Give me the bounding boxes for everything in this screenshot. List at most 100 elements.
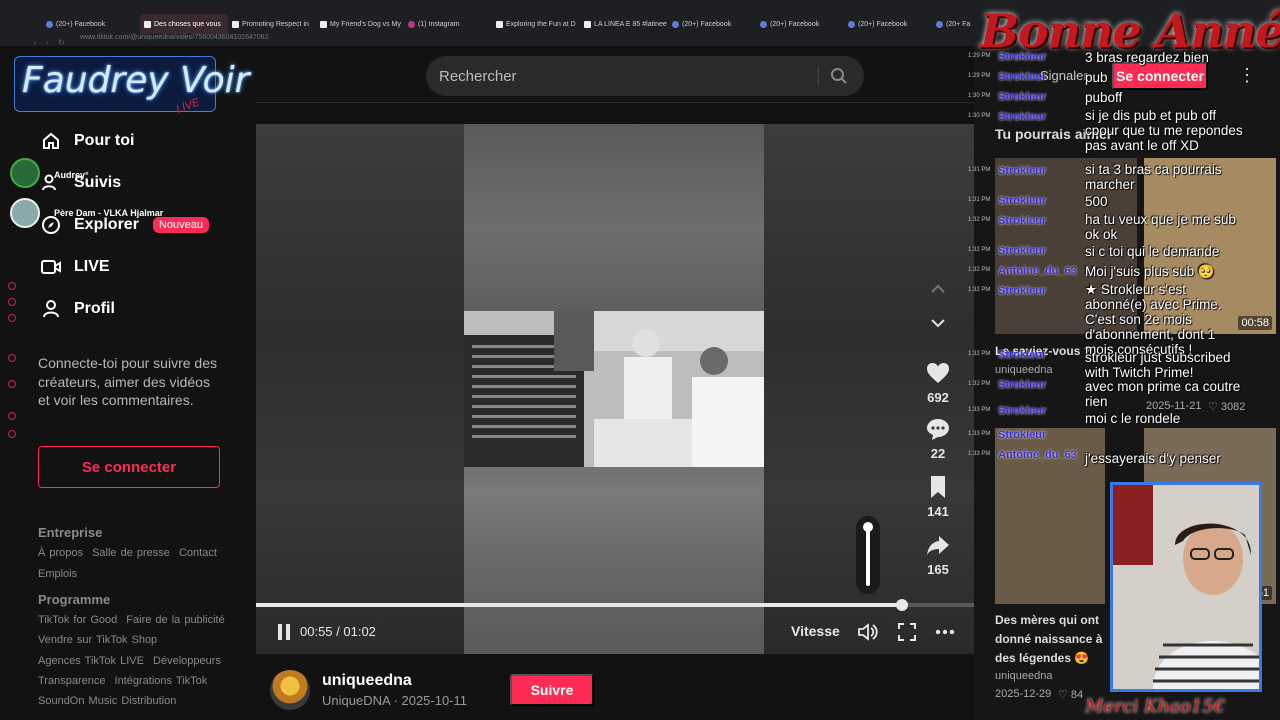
suggestion-author[interactable]: uniqueedna (995, 670, 1053, 682)
search-input[interactable] (439, 64, 809, 88)
address-bar[interactable]: www.tiktok.com/@uniqueedna/video/7560043… (80, 34, 440, 46)
creator-subtitle: UniqueDNA · 2025-10-11 (322, 693, 468, 708)
browser-tab[interactable]: (20+) Facebook (756, 14, 844, 34)
chat-message: avec mon prime ca coutre rien (1085, 379, 1241, 409)
share-button[interactable]: 165 (916, 532, 960, 577)
video-player[interactable]: 00:55 / 01:02 Vitesse 692 22 141 165 (256, 124, 974, 654)
chat-username: Strokleur (998, 245, 1047, 257)
extension-icon[interactable] (8, 412, 16, 420)
footer-link[interactable]: Faire de la publicité (126, 614, 224, 626)
save-button[interactable]: 141 (916, 474, 960, 519)
chat-message: strokleur just subscribed with Twitch Pr… (1085, 350, 1231, 380)
chat-message: si je dis pub et pub off cpour que tu me… (1085, 108, 1243, 153)
sidebar-login-button[interactable]: Se connecter (38, 446, 220, 488)
bookmark-icon (931, 476, 945, 498)
footer-link[interactable]: Salle de presse (92, 547, 170, 559)
extension-icon[interactable] (8, 380, 16, 388)
speed-button[interactable]: Vitesse (791, 623, 840, 639)
footer-link[interactable]: Agences TikTok LIVE (38, 655, 144, 667)
chat-timestamp: 1:30 PM (968, 93, 991, 99)
footer-link[interactable]: TikTok for Good (38, 614, 117, 626)
chat-timestamp: 1:33 PM (968, 431, 991, 437)
chat-message: j'essayerais d'y penser (1085, 451, 1221, 466)
extension-icon[interactable] (8, 430, 16, 438)
browser-tab[interactable]: (20+) Facebook (42, 14, 130, 34)
volume-slider[interactable] (856, 516, 880, 594)
browser-tab-label: Des choses que vous (154, 20, 221, 28)
chat-timestamp: 1:32 PM (968, 381, 991, 387)
chat-message: si c toi qui le demande (1085, 244, 1220, 259)
footer-links-company[interactable]: À propos Salle de presse Contact (38, 547, 222, 559)
browser-tab-label: (20+) Facebook (56, 20, 106, 28)
extension-icon[interactable] (8, 282, 16, 290)
thanks-overlay: Merci Khao15€ (1085, 696, 1226, 717)
tiktok-icon (232, 20, 239, 28)
browser-tab[interactable]: Exploring the Fun at D (492, 14, 580, 34)
browser-tab-label: Promoting Respect in (242, 20, 309, 28)
extension-icon[interactable] (8, 314, 16, 322)
footer-link[interactable]: Développeurs (153, 655, 221, 667)
browser-tab[interactable]: Des choses que vous (140, 14, 228, 34)
chat-username: Antoine_du_63 (998, 265, 1077, 277)
footer-links-programme[interactable]: TikTok for Good Faire de la publicité (38, 614, 230, 626)
chat-username: Antoine_du_63 (998, 449, 1077, 461)
extension-icon[interactable] (8, 298, 16, 306)
chat-username: Strokleur (998, 379, 1047, 391)
suggestion-like-count: 84 (1070, 689, 1084, 701)
chat-message: 500 (1085, 194, 1108, 209)
volume-knob[interactable] (863, 522, 873, 532)
suggestion-title[interactable]: Des mères qui ont donné naissance à des … (995, 611, 1107, 668)
chat-line: 1:33 PM Strokleur (968, 428, 1268, 444)
search-bar[interactable] (426, 56, 864, 96)
search-icon[interactable] (826, 64, 852, 88)
footer-link[interactable]: Vendre sur TikTok Shop (38, 634, 157, 646)
follow-button[interactable]: Suivre (510, 674, 594, 706)
stream-logo: Faudrey Voir (22, 60, 250, 101)
volume-level (866, 526, 870, 586)
pause-icon[interactable] (274, 622, 294, 642)
profile-icon (40, 298, 62, 320)
chat-timestamp: 1:29 PM (968, 73, 991, 79)
creator-avatar[interactable] (270, 670, 310, 710)
footer-heading-company: Entreprise (38, 525, 103, 540)
volume-icon[interactable] (857, 621, 879, 643)
comment-button[interactable]: 22 (916, 416, 960, 461)
chat-username: Strokleur (998, 215, 1047, 227)
browser-tab[interactable]: (20+) Facebook (844, 14, 932, 34)
browser-tab[interactable]: (20+) Facebook (668, 14, 756, 34)
browser-tab[interactable]: (1) Instagram (404, 14, 492, 34)
footer-link[interactable]: Contact (179, 547, 217, 559)
fullscreen-icon[interactable] (896, 621, 918, 643)
footer-link[interactable]: Intégrations TikTok (115, 675, 208, 687)
nav-item-profile[interactable]: Profil (40, 298, 115, 320)
nav-item-live[interactable]: LIVE (40, 256, 110, 278)
nav-item-for-you[interactable]: Pour toi (40, 130, 134, 152)
chat-timestamp: 1:31 PM (968, 197, 991, 203)
previous-video-button[interactable] (916, 276, 960, 302)
facebook-icon (936, 20, 943, 28)
chevron-down-icon (931, 319, 945, 328)
footer-links-programme-4[interactable]: Transparence Intégrations TikTok (38, 675, 212, 687)
footer-heading-programme: Programme (38, 592, 111, 607)
nav-label: Explorer (74, 216, 139, 233)
footer-link[interactable]: Transparence (38, 675, 105, 687)
next-video-button[interactable] (916, 310, 960, 336)
like-button[interactable]: 692 (916, 360, 960, 405)
more-options-icon[interactable] (934, 621, 956, 643)
browser-tab[interactable]: My Friend's Dog vs My (316, 14, 404, 34)
nav-label: Profil (74, 300, 115, 317)
chat-username: Strokleur (998, 91, 1047, 103)
footer-link[interactable]: À propos (38, 547, 83, 559)
browser-tab[interactable]: Promoting Respect in (228, 14, 316, 34)
footer-link[interactable]: Emplois (38, 568, 77, 580)
browser-tab-label: My Friend's Dog vs My (330, 20, 401, 28)
footer-link[interactable]: SoundOn Music Distribution (38, 695, 176, 707)
save-count: 141 (927, 504, 949, 519)
creator-handle[interactable]: uniqueedna (322, 672, 412, 690)
share-icon (927, 536, 949, 555)
footer-links-programme-3[interactable]: Agences TikTok LIVE Développeurs (38, 655, 226, 667)
extension-icon[interactable] (8, 354, 16, 362)
progress-bar[interactable] (256, 599, 974, 611)
browser-tab[interactable]: LA LINEA E 85 #latinee (580, 14, 668, 34)
chat-username: Strokleur (998, 285, 1047, 297)
